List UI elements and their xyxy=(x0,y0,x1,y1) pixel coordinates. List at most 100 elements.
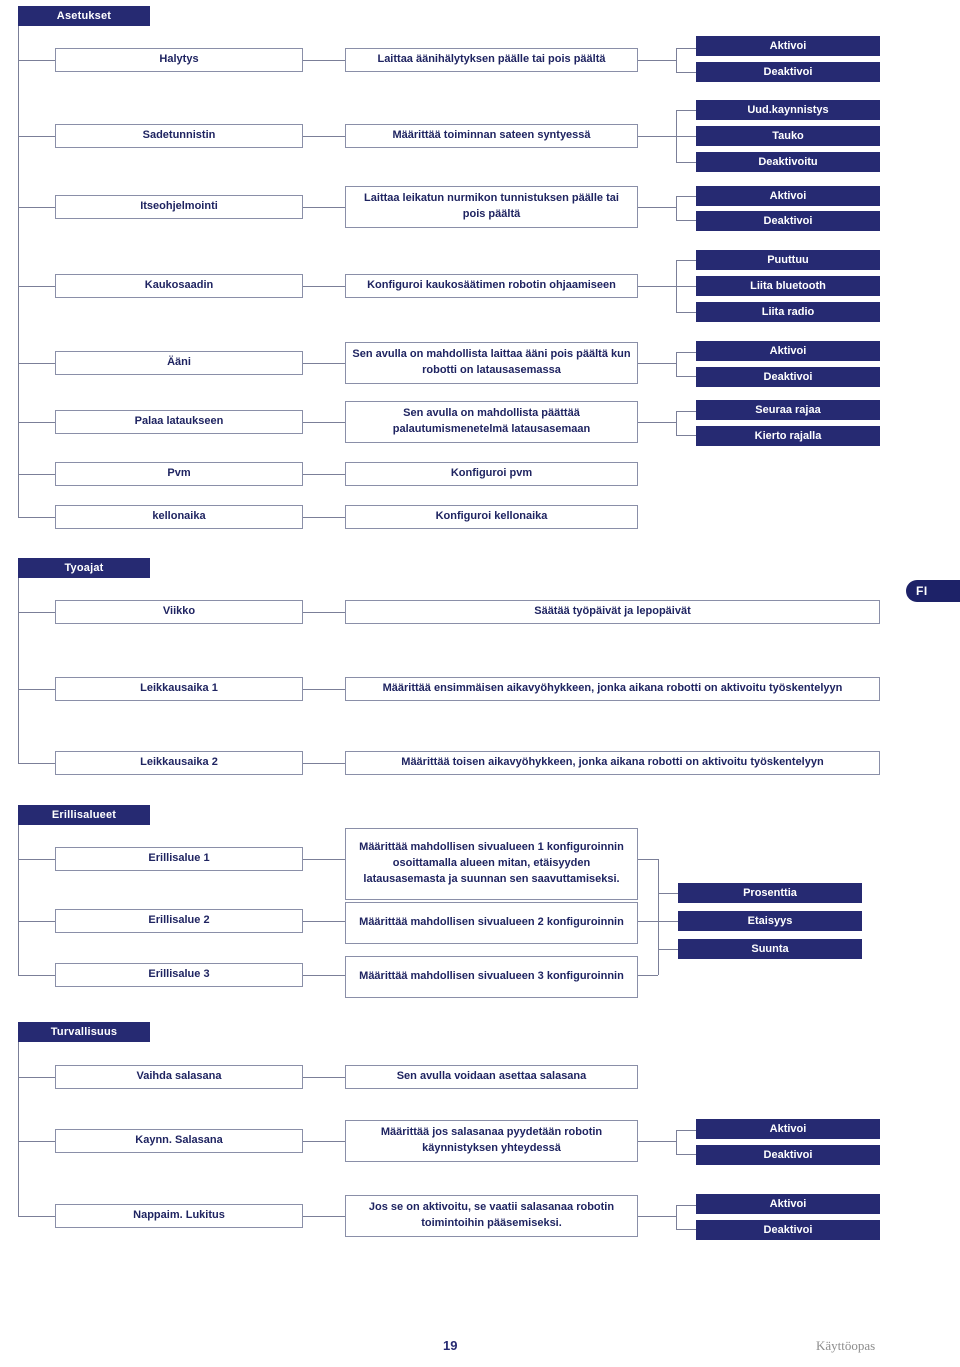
connector-halytys-opt-1 xyxy=(676,72,696,73)
connector-spine-erillisalue-2 xyxy=(18,921,55,922)
connector-spine-erillisalue-1 xyxy=(18,859,55,860)
connector-spine-kellonaika xyxy=(18,517,55,518)
connector-kaynn-opt-1 xyxy=(676,1154,696,1155)
connector-kaukosaadin-opt-1 xyxy=(676,286,696,287)
connector-aani-opt-0 xyxy=(676,352,696,353)
section-chip-turvallisuus: Turvallisuus xyxy=(18,1022,150,1042)
option-sadetunnistin-deaktivoitu[interactable]: Deaktivoitu xyxy=(696,152,880,172)
row-desc-erillisalue-1[interactable]: Määrittää mahdollisen sivualueen 1 konfi… xyxy=(345,828,638,900)
row-label-aani[interactable]: Ääni xyxy=(55,351,303,375)
row-label-leikkausaika-1[interactable]: Leikkausaika 1 xyxy=(55,677,303,701)
row-label-itseohjelmointi[interactable]: Itseohjelmointi xyxy=(55,195,303,219)
row-desc-viikko[interactable]: Säätää työpäivät ja lepopäivät xyxy=(345,600,880,624)
diagram-canvas: Asetukset Halytys Laittaa äänihälytyksen… xyxy=(0,0,960,1367)
option-sadetunnistin-uud-kaynnistys[interactable]: Uud.kaynnistys xyxy=(696,100,880,120)
row-label-leikkausaika-2[interactable]: Leikkausaika 2 xyxy=(55,751,303,775)
connector-spine-leikkausaika-2 xyxy=(18,763,55,764)
option-kaukosaadin-puuttuu[interactable]: Puuttuu xyxy=(696,250,880,270)
connector-kaukosaadin-branch xyxy=(638,286,676,287)
option-erillisalueet-prosenttia[interactable]: Prosenttia xyxy=(678,883,862,903)
connector-spine-nappaim-lukitus xyxy=(18,1216,55,1217)
option-halytys-deaktivoi[interactable]: Deaktivoi xyxy=(696,62,880,82)
connector-nappaim-opt-0 xyxy=(676,1205,696,1206)
connector-itseohjelmointi-opt-1 xyxy=(676,220,696,221)
branch-palaa-lataukseen xyxy=(676,411,677,435)
connector-spine-pvm xyxy=(18,474,55,475)
option-itseohjelmointi-aktivoi[interactable]: Aktivoi xyxy=(696,186,880,206)
option-nappaim-lukitus-deaktivoi[interactable]: Deaktivoi xyxy=(696,1220,880,1240)
row-label-kaukosaadin[interactable]: Kaukosaadin xyxy=(55,274,303,298)
connector-spine-sadetunnistin xyxy=(18,136,55,137)
page-number: 19 xyxy=(443,1338,458,1353)
option-itseohjelmointi-deaktivoi[interactable]: Deaktivoi xyxy=(696,211,880,231)
row-desc-leikkausaika-1[interactable]: Määrittää ensimmäisen aikavyöhykkeen, jo… xyxy=(345,677,880,701)
row-label-kaynn-salasana[interactable]: Kaynn. Salasana xyxy=(55,1129,303,1153)
row-label-erillisalue-3[interactable]: Erillisalue 3 xyxy=(55,963,303,987)
row-desc-nappaim-lukitus[interactable]: Jos se on aktivoitu, se vaatii salasanaa… xyxy=(345,1195,638,1237)
row-label-nappaim-lukitus[interactable]: Nappaim. Lukitus xyxy=(55,1204,303,1228)
connector-spine-halytys xyxy=(18,60,55,61)
option-palaa-kierto-rajalla[interactable]: Kierto rajalla xyxy=(696,426,880,446)
option-kaukosaadin-liita-bluetooth[interactable]: Liita bluetooth xyxy=(696,276,880,296)
row-desc-leikkausaika-2[interactable]: Määrittää toisen aikavyöhykkeen, jonka a… xyxy=(345,751,880,775)
connector-palaa-opt-0 xyxy=(676,411,696,412)
connector-kaynn-opt-0 xyxy=(676,1130,696,1131)
connector-halytys-opt-0 xyxy=(676,48,696,49)
connector-leikkausaika-1-desc xyxy=(303,689,345,690)
connector-sadetunnistin-opt-2 xyxy=(676,162,696,163)
row-desc-itseohjelmointi[interactable]: Laittaa leikatun nurmikon tunnistuksen p… xyxy=(345,186,638,228)
row-label-viikko[interactable]: Viikko xyxy=(55,600,303,624)
row-desc-vaihda-salasana[interactable]: Sen avulla voidaan asettaa salasana xyxy=(345,1065,638,1089)
connector-kellonaika-desc xyxy=(303,517,345,518)
row-desc-erillisalue-3[interactable]: Määrittää mahdollisen sivualueen 3 konfi… xyxy=(345,956,638,998)
connector-rail-prosenttia xyxy=(658,893,678,894)
row-label-halytys[interactable]: Halytys xyxy=(55,48,303,72)
option-sadetunnistin-tauko[interactable]: Tauko xyxy=(696,126,880,146)
row-desc-erillisalue-2[interactable]: Määrittää mahdollisen sivualueen 2 konfi… xyxy=(345,902,638,944)
row-desc-sadetunnistin[interactable]: Määrittää toiminnan sateen syntyessä xyxy=(345,124,638,148)
row-desc-kellonaika[interactable]: Konfiguroi kellonaika xyxy=(345,505,638,529)
option-palaa-seuraa-rajaa[interactable]: Seuraa rajaa xyxy=(696,400,880,420)
language-tab-fi[interactable]: FI xyxy=(906,580,960,602)
connector-nappaim-opt-1 xyxy=(676,1229,696,1230)
row-label-sadetunnistin[interactable]: Sadetunnistin xyxy=(55,124,303,148)
option-erillisalueet-suunta[interactable]: Suunta xyxy=(678,939,862,959)
spine-tyoajat xyxy=(18,578,19,763)
branch-halytys xyxy=(676,48,677,72)
option-aani-aktivoi[interactable]: Aktivoi xyxy=(696,341,880,361)
connector-aani-desc xyxy=(303,363,345,364)
connector-sadetunnistin-opt-0 xyxy=(676,110,696,111)
option-nappaim-lukitus-aktivoi[interactable]: Aktivoi xyxy=(696,1194,880,1214)
row-label-vaihda-salasana[interactable]: Vaihda salasana xyxy=(55,1065,303,1089)
option-halytys-aktivoi[interactable]: Aktivoi xyxy=(696,36,880,56)
row-desc-kaynn-salasana[interactable]: Määrittää jos salasanaa pyydetään roboti… xyxy=(345,1120,638,1162)
connector-spine-erillisalue-3 xyxy=(18,975,55,976)
connector-halytys-branch xyxy=(638,60,676,61)
row-desc-kaukosaadin[interactable]: Konfiguroi kaukosäätimen robotin ohjaami… xyxy=(345,274,638,298)
option-kaynn-salasana-aktivoi[interactable]: Aktivoi xyxy=(696,1119,880,1139)
connector-itseohjelmointi-desc xyxy=(303,207,345,208)
row-desc-aani[interactable]: Sen avulla on mahdollista laittaa ääni p… xyxy=(345,342,638,384)
row-label-erillisalue-2[interactable]: Erillisalue 2 xyxy=(55,909,303,933)
row-desc-palaa-lataukseen[interactable]: Sen avulla on mahdollista päättää palaut… xyxy=(345,401,638,443)
row-label-kellonaika[interactable]: kellonaika xyxy=(55,505,303,529)
row-label-pvm[interactable]: Pvm xyxy=(55,462,303,486)
row-label-erillisalue-1[interactable]: Erillisalue 1 xyxy=(55,847,303,871)
spine-turvallisuus xyxy=(18,1042,19,1216)
row-desc-halytys[interactable]: Laittaa äänihälytyksen päälle tai pois p… xyxy=(345,48,638,72)
connector-aani-branch xyxy=(638,363,676,364)
option-kaukosaadin-liita-radio[interactable]: Liita radio xyxy=(696,302,880,322)
option-aani-deaktivoi[interactable]: Deaktivoi xyxy=(696,367,880,387)
connector-itseohjelmointi-branch xyxy=(638,207,676,208)
row-desc-pvm[interactable]: Konfiguroi pvm xyxy=(345,462,638,486)
connector-nappaim-lukitus-branch xyxy=(638,1216,676,1217)
section-chip-erillisalueet: Erillisalueet xyxy=(18,805,150,825)
connector-rail-suunta xyxy=(658,949,678,950)
option-erillisalueet-etaisyys[interactable]: Etaisyys xyxy=(678,911,862,931)
row-label-palaa-lataukseen[interactable]: Palaa lataukseen xyxy=(55,410,303,434)
connector-spine-vaihda-salasana xyxy=(18,1077,55,1078)
connector-palaa-opt-1 xyxy=(676,435,696,436)
option-kaynn-salasana-deaktivoi[interactable]: Deaktivoi xyxy=(696,1145,880,1165)
connector-pvm-desc xyxy=(303,474,345,475)
connector-kaukosaadin-opt-0 xyxy=(676,260,696,261)
